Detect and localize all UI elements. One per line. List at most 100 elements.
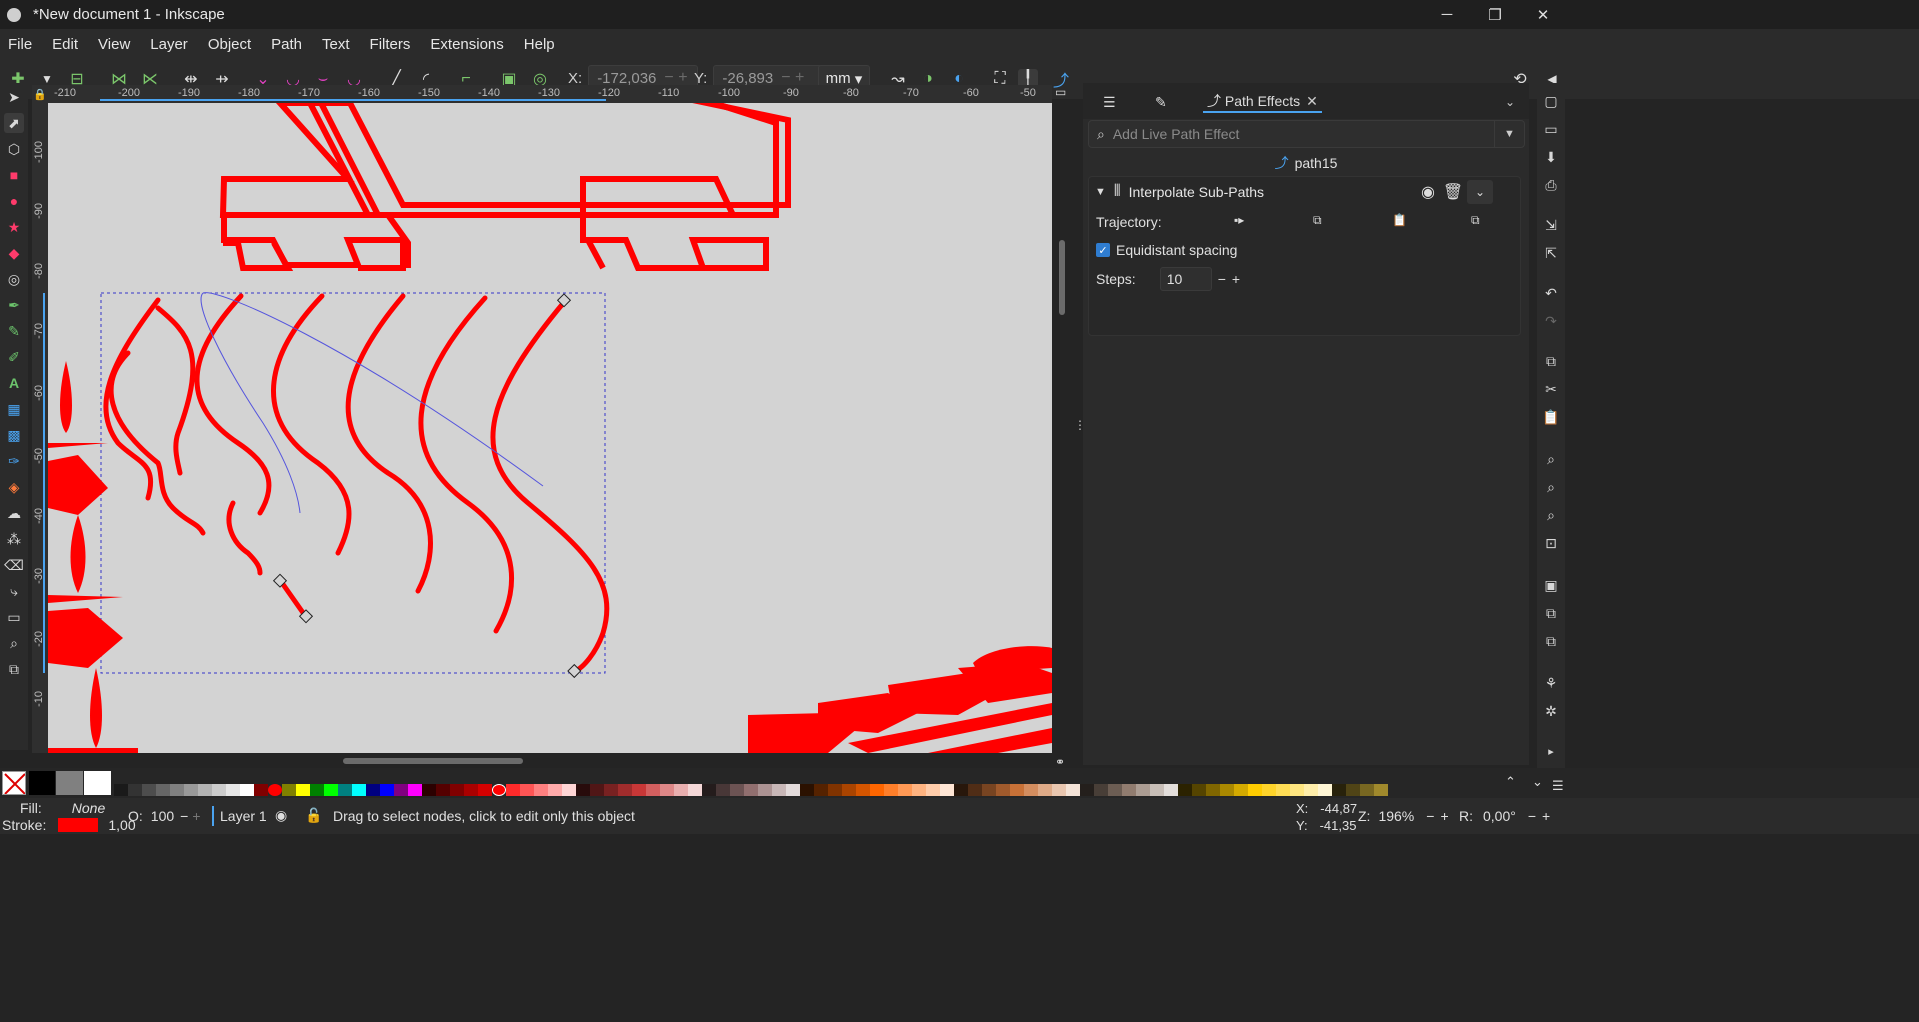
node-tool-icon[interactable]: ⬈	[4, 113, 24, 133]
spray-tool-icon[interactable]: ⁂	[4, 529, 24, 549]
panel-resize-handle[interactable]: ⋮	[1074, 418, 1086, 436]
rotation-input[interactable]: 0,00°	[1483, 808, 1516, 824]
display-mode-icon[interactable]: ▭	[1055, 85, 1071, 101]
steps-input[interactable]: 10	[1159, 267, 1212, 291]
pencil-tool-icon[interactable]: ✎	[4, 321, 24, 341]
selector-tool-icon[interactable]: ➤	[4, 87, 24, 107]
black-swatch[interactable]	[29, 771, 55, 795]
tab-path-effects[interactable]: ⤴ Path Effects ✕	[1203, 91, 1322, 113]
drawing-canvas[interactable]	[48, 103, 1052, 753]
shape-builder-tool-icon[interactable]: ⬡	[4, 139, 24, 159]
rectangle-tool-icon[interactable]: ■	[4, 165, 24, 185]
close-window-button[interactable]: ✕	[1514, 0, 1572, 29]
open-document-icon[interactable]: ▭	[1541, 119, 1561, 139]
stroke-color-swatch[interactable]	[58, 818, 99, 832]
tweak-tool-icon[interactable]: ☁	[4, 503, 24, 523]
palette-scroll-up-icon[interactable]: ⌃	[1505, 774, 1516, 790]
print-icon[interactable]: ⎙	[1541, 175, 1561, 195]
zoom-input[interactable]: 196%	[1378, 808, 1414, 824]
ungroup-icon[interactable]: ✲	[1541, 701, 1561, 721]
layers-tab-icon[interactable]: ☰	[1103, 91, 1116, 113]
clone-icon[interactable]: ⧉	[1541, 603, 1561, 623]
redo-icon[interactable]: ↷	[1541, 311, 1561, 331]
pages-tool-icon[interactable]: ▭	[4, 607, 24, 627]
calligraphy-tool-icon[interactable]: ✐	[4, 347, 24, 367]
palette-menu-icon[interactable]: ☰	[1552, 778, 1564, 794]
layer-visibility-icon[interactable]: ◉	[275, 807, 287, 824]
opacity-input[interactable]: 100	[151, 808, 174, 824]
equidistant-checkbox[interactable]: ✓	[1096, 243, 1110, 257]
visibility-eye-icon[interactable]: ◉	[1417, 177, 1439, 207]
steps-decrement-button[interactable]: −	[1218, 271, 1226, 287]
layer-lock-icon[interactable]: 🔓	[305, 807, 322, 824]
gray-swatch[interactable]	[56, 771, 83, 795]
palette-strip[interactable]	[114, 784, 1499, 796]
collapse-triangle-icon[interactable]: ▼	[1095, 186, 1106, 198]
effect-header[interactable]: ▼ ⫴ Interpolate Sub-Paths ◉ 🗑 ⌄	[1089, 177, 1520, 207]
menu-extensions[interactable]: Extensions	[430, 36, 503, 53]
menu-help[interactable]: Help	[524, 36, 555, 53]
horizontal-scrollbar[interactable]	[343, 758, 523, 764]
3d-box-tool-icon[interactable]: ◆	[4, 243, 24, 263]
save-icon[interactable]: ⬇	[1541, 147, 1561, 167]
ruler-lock-icon[interactable]: 🔒	[32, 85, 48, 103]
zoom-tool-icon[interactable]: ⌕	[4, 633, 24, 653]
opacity-increment-button[interactable]: +	[192, 808, 200, 824]
zoom-page-icon[interactable]: ⌕	[1541, 505, 1561, 525]
no-paint-swatch[interactable]	[2, 771, 26, 795]
export-icon[interactable]: ⇱	[1541, 243, 1561, 263]
menu-file[interactable]: File	[8, 36, 32, 53]
vertical-ruler[interactable]: -100 -90 -80 -70 -60 -50 -40 -30 -20 -10	[32, 103, 48, 753]
fill-stroke-tab-icon[interactable]: ✎	[1155, 91, 1167, 113]
group-icon[interactable]: ⚘	[1541, 673, 1561, 693]
ellipse-tool-icon[interactable]: ●	[4, 191, 24, 211]
white-swatch[interactable]	[84, 771, 111, 795]
zoom-out-button[interactable]: −	[1426, 808, 1434, 824]
effects-dropdown-icon[interactable]: ▼	[1494, 121, 1524, 147]
eraser-tool-icon[interactable]: ⌫	[4, 555, 24, 575]
gradient-tool-icon[interactable]: ▦	[4, 399, 24, 419]
menu-view[interactable]: View	[98, 36, 130, 53]
dropper-tool-icon[interactable]: ✑	[4, 451, 24, 471]
vertical-scrollbar[interactable]	[1059, 240, 1065, 315]
unlink-clone-icon[interactable]: ⧉	[1541, 631, 1561, 651]
mesh-tool-icon[interactable]: ▩	[4, 425, 24, 445]
opacity-decrement-button[interactable]: −	[180, 808, 188, 824]
menu-object[interactable]: Object	[208, 36, 251, 53]
menu-text[interactable]: Text	[322, 36, 350, 53]
text-tool-icon[interactable]: A	[4, 373, 24, 393]
edit-on-canvas-icon[interactable]: ▪▸	[1234, 213, 1244, 227]
menu-layer[interactable]: Layer	[150, 36, 188, 53]
zoom-fit-icon[interactable]: ⊡	[1541, 533, 1561, 553]
new-document-icon[interactable]: ▢	[1541, 91, 1561, 111]
current-layer[interactable]: Layer 1	[220, 808, 267, 824]
effect-menu-chevron-icon[interactable]: ⌄	[1467, 180, 1493, 204]
duplicate-icon[interactable]: ▣	[1541, 575, 1561, 595]
zoom-in-button[interactable]: +	[1440, 808, 1448, 824]
zoom-selection-icon[interactable]: ⌕	[1541, 449, 1561, 469]
import-icon[interactable]: ⇲	[1541, 215, 1561, 235]
horizontal-ruler[interactable]: -210 -200 -190 -180 -170 -160 -150 -140 …	[48, 85, 1052, 103]
fill-value[interactable]: None	[72, 800, 105, 816]
paint-bucket-tool-icon[interactable]: ◈	[4, 477, 24, 497]
link-to-path-icon[interactable]: ⧉	[1471, 213, 1480, 228]
spiral-tool-icon[interactable]: ◎	[4, 269, 24, 289]
zoom-drawing-icon[interactable]: ⌕	[1541, 477, 1561, 497]
connector-tool-icon[interactable]: ⤷	[4, 581, 24, 601]
equidistant-spacing-option[interactable]: ✓ Equidistant spacing	[1096, 239, 1237, 261]
paste-icon[interactable]: 📋	[1541, 407, 1561, 427]
star-tool-icon[interactable]: ★	[4, 217, 24, 237]
rotate-ccw-button[interactable]: −	[1528, 808, 1536, 824]
copy-path-icon[interactable]: ⧉	[1313, 213, 1322, 228]
menu-path[interactable]: Path	[271, 36, 302, 53]
measure-tool-icon[interactable]: ⧉	[4, 659, 24, 679]
rotate-cw-button[interactable]: +	[1542, 808, 1550, 824]
more-commands-icon[interactable]: ▸	[1541, 741, 1561, 761]
undo-icon[interactable]: ↶	[1541, 283, 1561, 303]
close-tab-icon[interactable]: ✕	[1306, 93, 1318, 110]
menu-filters[interactable]: Filters	[370, 36, 411, 53]
paste-path-icon[interactable]: 📋	[1392, 213, 1407, 227]
cut-icon[interactable]: ✂	[1541, 379, 1561, 399]
pen-tool-icon[interactable]: ✒	[4, 295, 24, 315]
dock-menu-chevron-icon[interactable]: ⌄	[1505, 91, 1515, 113]
